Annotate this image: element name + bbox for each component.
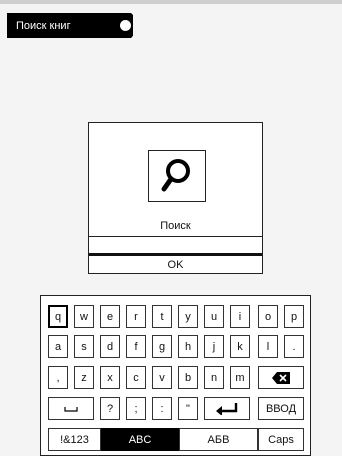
key-period[interactable]: . — [284, 335, 304, 358]
key-semicolon[interactable]: ; — [126, 397, 146, 420]
key-comma[interactable]: , — [48, 366, 68, 389]
key-w[interactable]: w — [74, 305, 94, 328]
key-m[interactable]: m — [230, 366, 250, 389]
backspace-key[interactable] — [258, 366, 304, 389]
dialog-label: Поиск — [160, 220, 191, 232]
key-j[interactable]: j — [204, 335, 224, 358]
key-c[interactable]: c — [126, 366, 146, 389]
key-u[interactable]: u — [204, 305, 224, 328]
key-x[interactable]: x — [100, 366, 120, 389]
search-icon — [161, 159, 190, 192]
key-h[interactable]: h — [178, 335, 198, 358]
on-screen-keyboard: q w e r t y u i o p a s d f g h j k l . … — [40, 295, 311, 456]
space-key[interactable] — [48, 397, 94, 420]
key-k[interactable]: k — [230, 335, 250, 358]
cyrillic-layout-key[interactable]: АБВ — [179, 428, 258, 451]
header-tab: Поиск книг — [7, 13, 133, 38]
key-d[interactable]: d — [100, 335, 120, 358]
key-g[interactable]: g — [152, 335, 172, 358]
divider — [89, 236, 262, 237]
return-arrow-icon — [216, 402, 238, 415]
ok-button[interactable]: OK — [89, 256, 262, 274]
key-a[interactable]: a — [48, 335, 68, 358]
enter-key[interactable]: ВВОД — [258, 397, 304, 420]
top-border — [0, 0, 342, 4]
key-o[interactable]: o — [258, 305, 278, 328]
caps-key[interactable]: Caps — [258, 428, 304, 451]
key-y[interactable]: y — [178, 305, 198, 328]
key-colon[interactable]: : — [152, 397, 172, 420]
key-f[interactable]: f — [126, 335, 146, 358]
symbols-key[interactable]: !&123 — [48, 428, 101, 451]
key-quote[interactable]: " — [178, 397, 198, 420]
search-icon-box[interactable] — [148, 150, 206, 202]
header-title: Поиск книг — [16, 19, 71, 32]
key-s[interactable]: s — [74, 335, 94, 358]
abc-layout-key[interactable]: ABC — [101, 428, 179, 451]
key-b[interactable]: b — [178, 366, 198, 389]
toggle-dot-icon[interactable] — [120, 20, 131, 31]
return-key[interactable] — [204, 397, 250, 420]
key-l[interactable]: l — [258, 335, 278, 358]
key-q[interactable]: q — [48, 305, 68, 328]
key-e[interactable]: e — [100, 305, 120, 328]
key-p[interactable]: p — [284, 305, 304, 328]
key-i[interactable]: i — [230, 305, 250, 328]
key-t[interactable]: t — [152, 305, 172, 328]
search-dialog: Поиск OK — [88, 122, 263, 274]
key-r[interactable]: r — [126, 305, 146, 328]
key-question[interactable]: ? — [100, 397, 120, 420]
key-z[interactable]: z — [74, 366, 94, 389]
key-n[interactable]: n — [204, 366, 224, 389]
key-v[interactable]: v — [152, 366, 172, 389]
backspace-icon — [272, 371, 290, 384]
space-icon — [64, 406, 78, 412]
